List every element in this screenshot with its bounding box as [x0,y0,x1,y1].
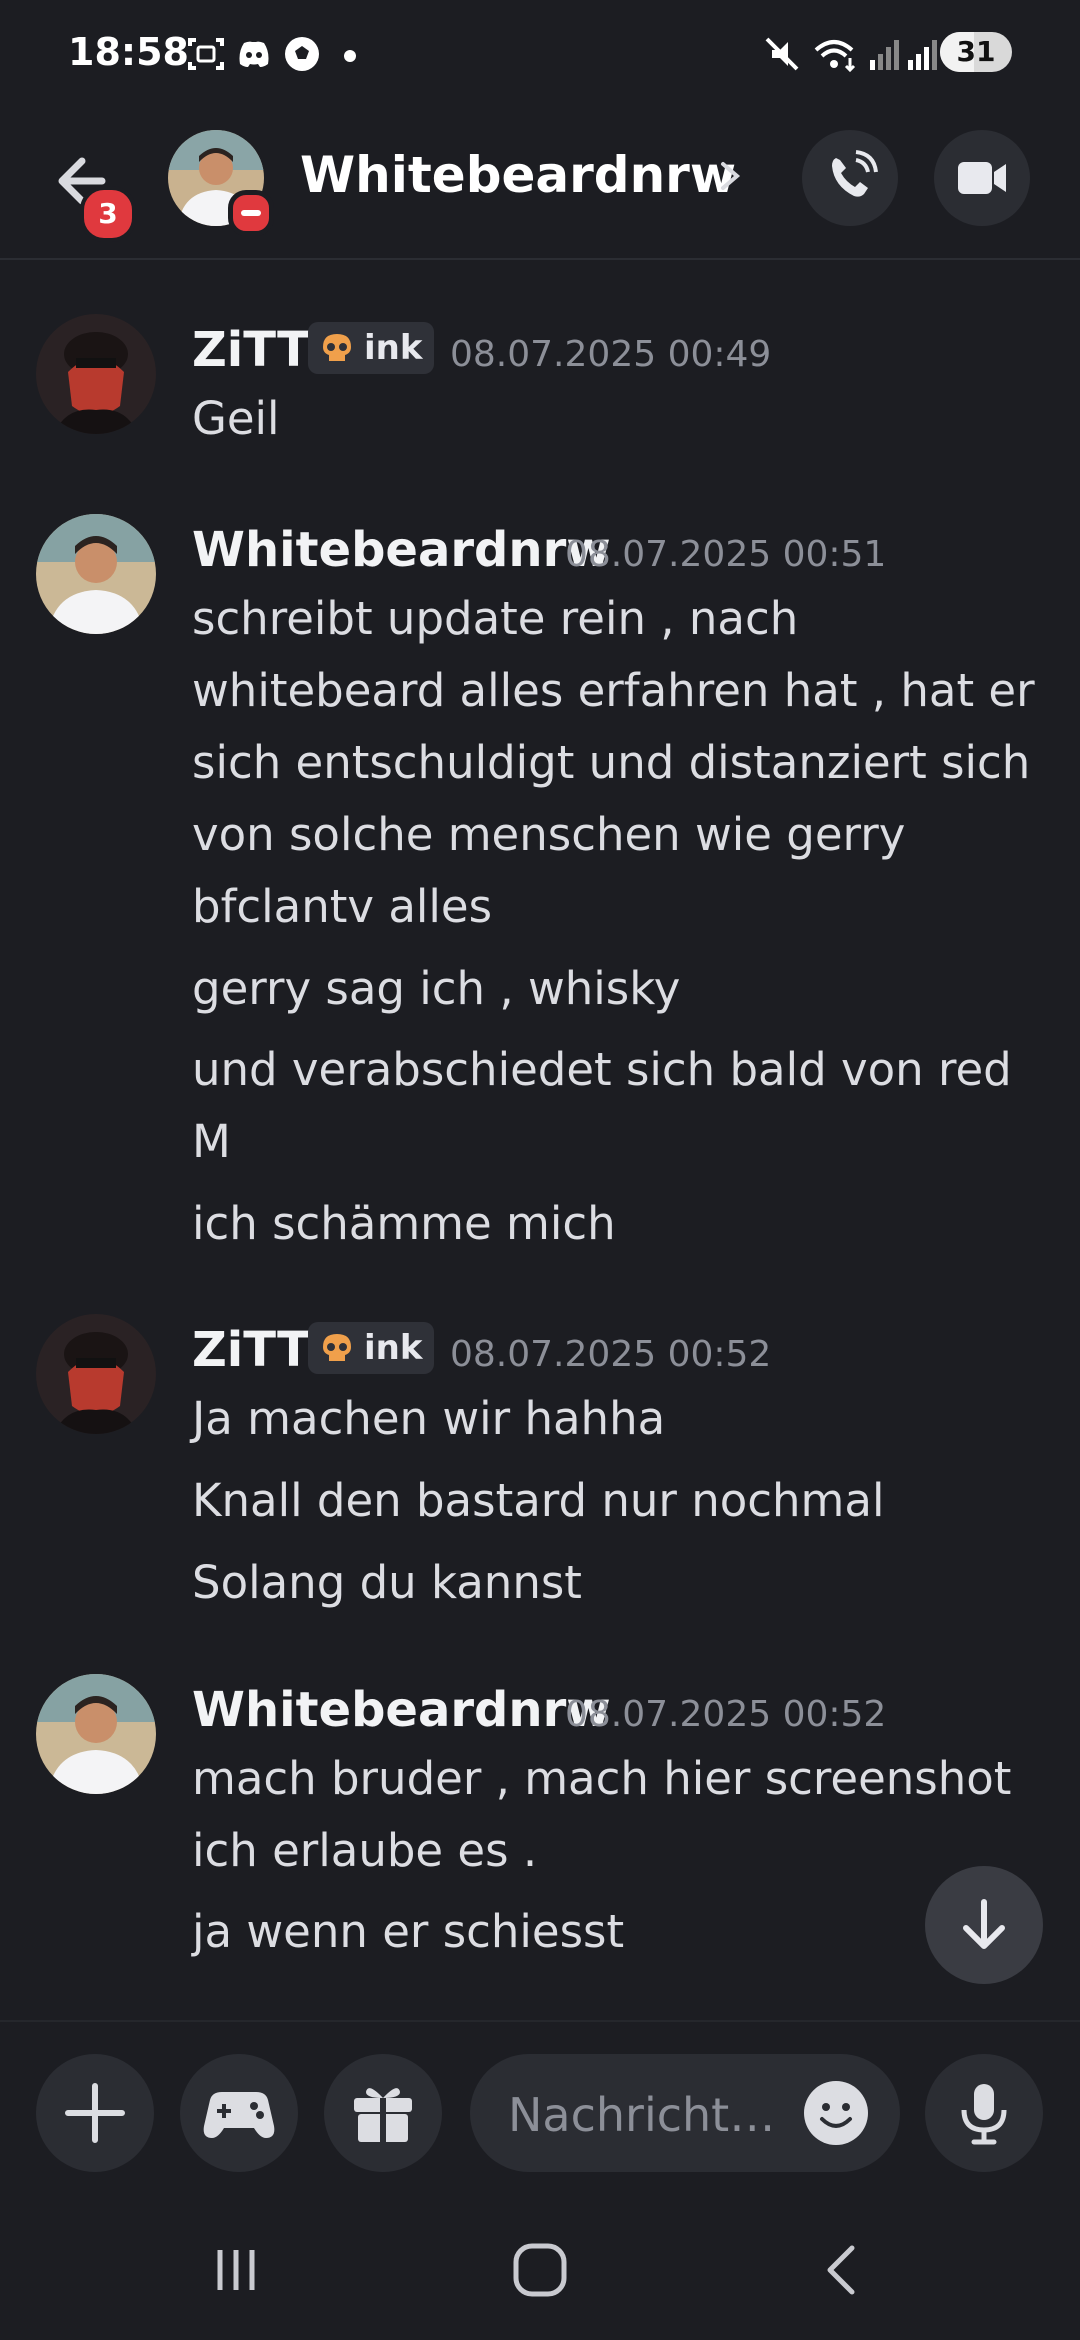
screenshot-icon [188,38,224,70]
avatar[interactable] [36,314,156,434]
message-text: Geil [192,392,280,445]
message-text: mach bruder , mach hier screenshot [192,1752,1012,1805]
chevron-right-icon[interactable] [715,156,745,196]
back-nav-icon[interactable] [812,2240,872,2300]
message-text: von solche menschen wie gerry [192,808,906,861]
gamepad-icon [203,2092,275,2138]
attach-button[interactable] [36,2054,154,2172]
zitt-avatar-image [36,314,156,434]
message-text: Solang du kannst [192,1556,582,1609]
message-author[interactable]: Whitebeardnrw [192,1682,611,1738]
server-tag[interactable]: ink [308,1322,435,1374]
message-timestamp: 08.07.2025 00:49 [450,334,772,375]
message-text: bfclantv alles [192,880,493,933]
football-icon [285,37,319,71]
microphone-icon [961,2084,1007,2145]
arrow-down-icon [963,1899,1005,1949]
message-text: M [192,1115,231,1168]
message-text: ich schämme mich [192,1197,616,1250]
notification-dot-icon [344,50,356,62]
dnd-status-icon [228,190,274,236]
message-author[interactable]: Whitebeardnrw [192,522,611,578]
message-text: ja wenn er schiesst [192,1905,625,1958]
wifi-calling-icon [814,40,856,73]
message-timestamp: 08.07.2025 00:52 [565,1694,887,1735]
recent-apps-icon[interactable] [206,2240,266,2300]
video-icon [958,162,1006,194]
channel-title[interactable]: Whitebeardnrw [300,146,736,204]
message-composer: Nachricht… [0,2020,1080,2172]
message-timestamp: 08.07.2025 00:52 [450,1334,772,1375]
whitebeard-avatar-image [36,514,156,634]
message-text: schreibt update rein , nach [192,592,799,645]
message: ZiTT ink 08.07.2025 00:49 Geil [0,300,1080,450]
unread-badge: 3 [80,186,136,242]
avatar[interactable] [36,514,156,634]
message-text: Ja machen wir hahha [192,1392,666,1445]
gift-button[interactable] [324,2054,442,2172]
message-input-placeholder: Nachricht… [508,2088,776,2142]
message: Whitebeardnrw 08.07.2025 00:51 schreibt … [0,500,1080,1260]
message-input[interactable]: Nachricht… [470,2054,900,2172]
message-timestamp: 08.07.2025 00:51 [565,534,887,575]
message-text: und verabschiedet sich bald von red [192,1043,1012,1096]
activities-button[interactable] [180,2054,298,2172]
voice-call-button[interactable] [802,130,898,226]
message: ZiTT ink 08.07.2025 00:52 Ja machen wir … [0,1300,1080,1630]
mute-icon [765,37,799,71]
signal-icon [870,40,899,70]
server-tag[interactable]: ink [308,322,435,374]
home-icon[interactable] [508,2238,572,2302]
voice-message-button[interactable] [925,2054,1043,2172]
battery-level: 31 [956,35,996,68]
status-time: 18:58 [68,30,189,74]
message: Whitebeardnrw 08.07.2025 00:52 mach brud… [0,1660,1080,1980]
gift-icon [354,2088,412,2142]
plus-icon [65,2083,125,2143]
video-call-button[interactable] [934,130,1030,226]
server-tag-label: ink [364,328,423,368]
server-tag-label: ink [364,1328,423,1368]
message-author[interactable]: ZiTT [192,1322,310,1378]
message-text: Knall den bastard nur nochmal [192,1474,885,1527]
signal-icon-2 [908,40,937,70]
system-nav-bar [0,2200,1080,2340]
message-text: gerry sag ich , whisky [192,962,681,1015]
channel-header: 3 Whitebeardnrw [0,110,1080,260]
discord-icon [239,41,269,67]
zitt-avatar-image [36,1314,156,1434]
call-icon [832,150,878,197]
jump-to-latest-button[interactable] [925,1866,1043,1984]
avatar[interactable] [36,1674,156,1794]
message-text: ich erlaube es . [192,1824,538,1877]
message-text: sich entschuldigt und distanziert sich [192,736,1031,789]
avatar[interactable] [36,1314,156,1434]
message-text: whitebeard alles erfahren hat , hat er [192,664,1035,717]
status-bar: 18:58 31 [0,0,1080,110]
battery-indicator: 31 [940,32,1012,72]
emoji-icon[interactable] [802,2079,870,2147]
whitebeard-avatar-image [36,1674,156,1794]
message-author[interactable]: ZiTT [192,322,310,378]
skull-icon [323,1334,351,1361]
skull-icon [323,334,351,361]
